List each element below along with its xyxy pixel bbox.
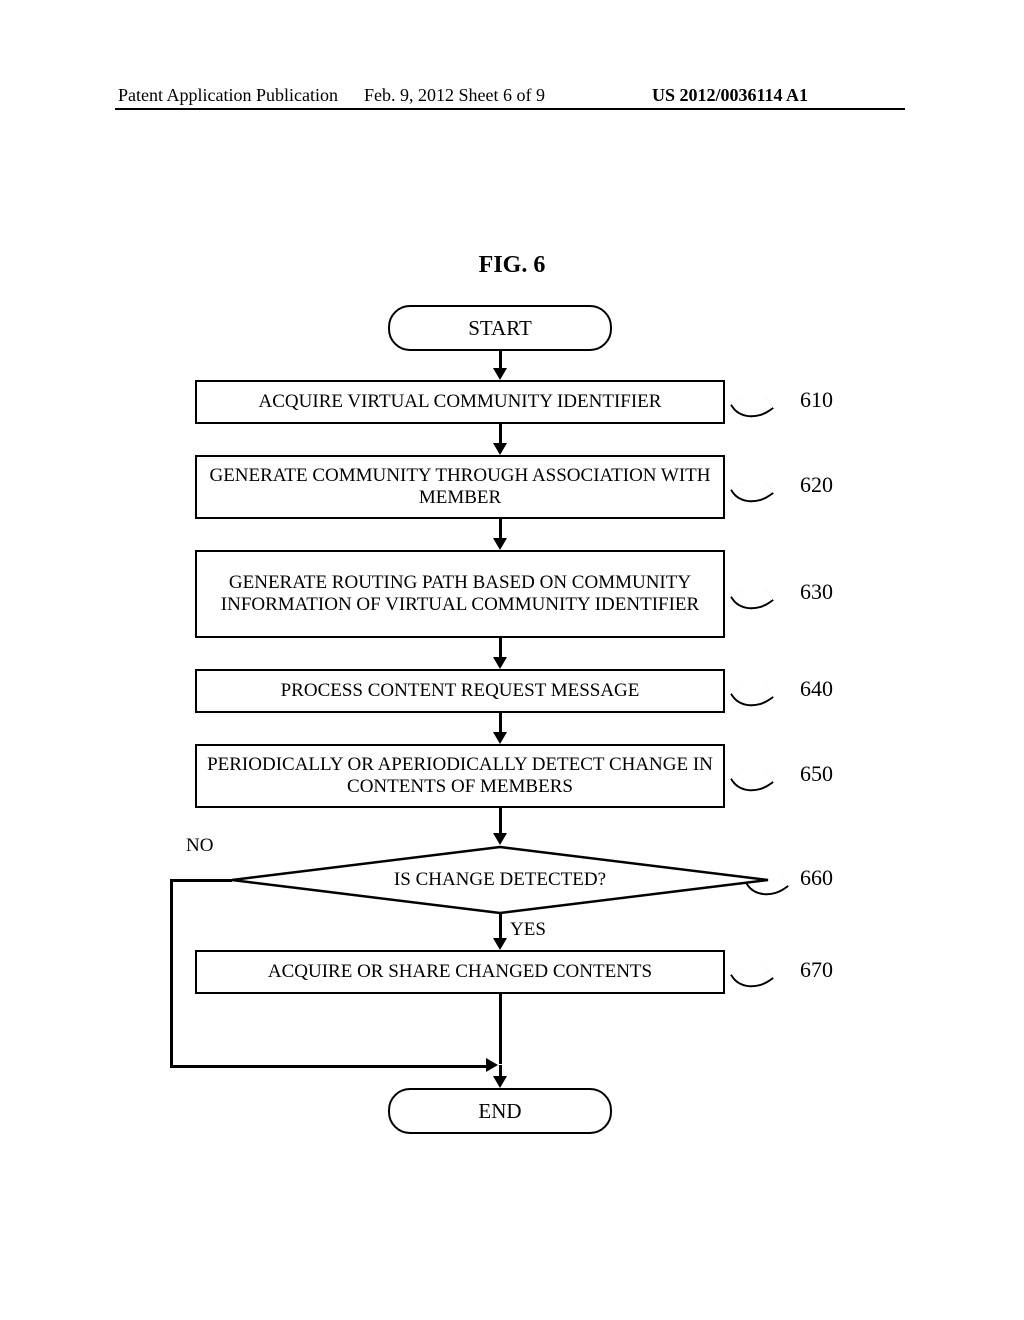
ref-arc-icon (730, 760, 774, 802)
page-container: Patent Application Publication Feb. 9, 2… (0, 0, 1024, 1320)
ref-number-640: 640 (800, 676, 833, 702)
decision-no-label: NO (186, 835, 213, 857)
header-divider (115, 108, 905, 110)
step-label: PROCESS CONTENT REQUEST MESSAGE (281, 680, 640, 702)
arrow-line (499, 808, 502, 836)
terminator-start: START (388, 305, 612, 351)
process-step-610: ACQUIRE VIRTUAL COMMUNITY IDENTIFIER (195, 380, 725, 424)
process-step-630: GENERATE ROUTING PATH BASED ON COMMUNITY… (195, 550, 725, 638)
arrow-head-icon (493, 368, 507, 380)
ref-arc-icon (730, 471, 774, 513)
process-step-620: GENERATE COMMUNITY THROUGH ASSOCIATION W… (195, 455, 725, 519)
decision-660: IS CHANGE DETECTED? (230, 845, 770, 915)
arrow-line (499, 994, 502, 1064)
process-step-650: PERIODICALLY OR APERIODICALLY DETECT CHA… (195, 744, 725, 808)
arrow-head-icon (486, 1058, 498, 1072)
ref-number-630: 630 (800, 579, 833, 605)
terminator-end-label: END (478, 1099, 521, 1124)
ref-arc-icon (730, 675, 774, 717)
arrow-line (499, 913, 502, 941)
arrow-line (170, 879, 232, 882)
arrow-head-icon (493, 538, 507, 550)
ref-arc-icon (730, 578, 774, 620)
arrow-line (170, 1065, 490, 1068)
terminator-start-label: START (468, 316, 532, 341)
arrow-head-icon (493, 833, 507, 845)
process-step-670: ACQUIRE OR SHARE CHANGED CONTENTS (195, 950, 725, 994)
arrow-head-icon (493, 938, 507, 950)
ref-number-610: 610 (800, 387, 833, 413)
ref-number-650: 650 (800, 761, 833, 787)
arrow-head-icon (493, 732, 507, 744)
process-step-640: PROCESS CONTENT REQUEST MESSAGE (195, 669, 725, 713)
step-label: GENERATE COMMUNITY THROUGH ASSOCIATION W… (207, 465, 713, 509)
header-right-text: US 2012/0036114 A1 (652, 85, 808, 106)
decision-yes-label: YES (510, 919, 546, 941)
ref-number-660: 660 (800, 865, 833, 891)
arrow-head-icon (493, 443, 507, 455)
decision-label: IS CHANGE DETECTED? (230, 845, 770, 915)
ref-arc-icon (730, 386, 774, 428)
step-label: ACQUIRE OR SHARE CHANGED CONTENTS (268, 961, 652, 983)
step-label: PERIODICALLY OR APERIODICALLY DETECT CHA… (207, 754, 713, 798)
arrow-line (170, 879, 173, 1067)
terminator-end: END (388, 1088, 612, 1134)
ref-number-670: 670 (800, 957, 833, 983)
header-left-text: Patent Application Publication (118, 85, 338, 106)
ref-arc-icon (730, 956, 774, 998)
ref-number-620: 620 (800, 472, 833, 498)
step-label: GENERATE ROUTING PATH BASED ON COMMUNITY… (207, 572, 713, 616)
header-center-text: Feb. 9, 2012 Sheet 6 of 9 (364, 85, 545, 106)
arrow-line (499, 1065, 502, 1079)
figure-title: FIG. 6 (0, 252, 1024, 279)
arrow-head-icon (493, 657, 507, 669)
step-label: ACQUIRE VIRTUAL COMMUNITY IDENTIFIER (259, 391, 662, 413)
